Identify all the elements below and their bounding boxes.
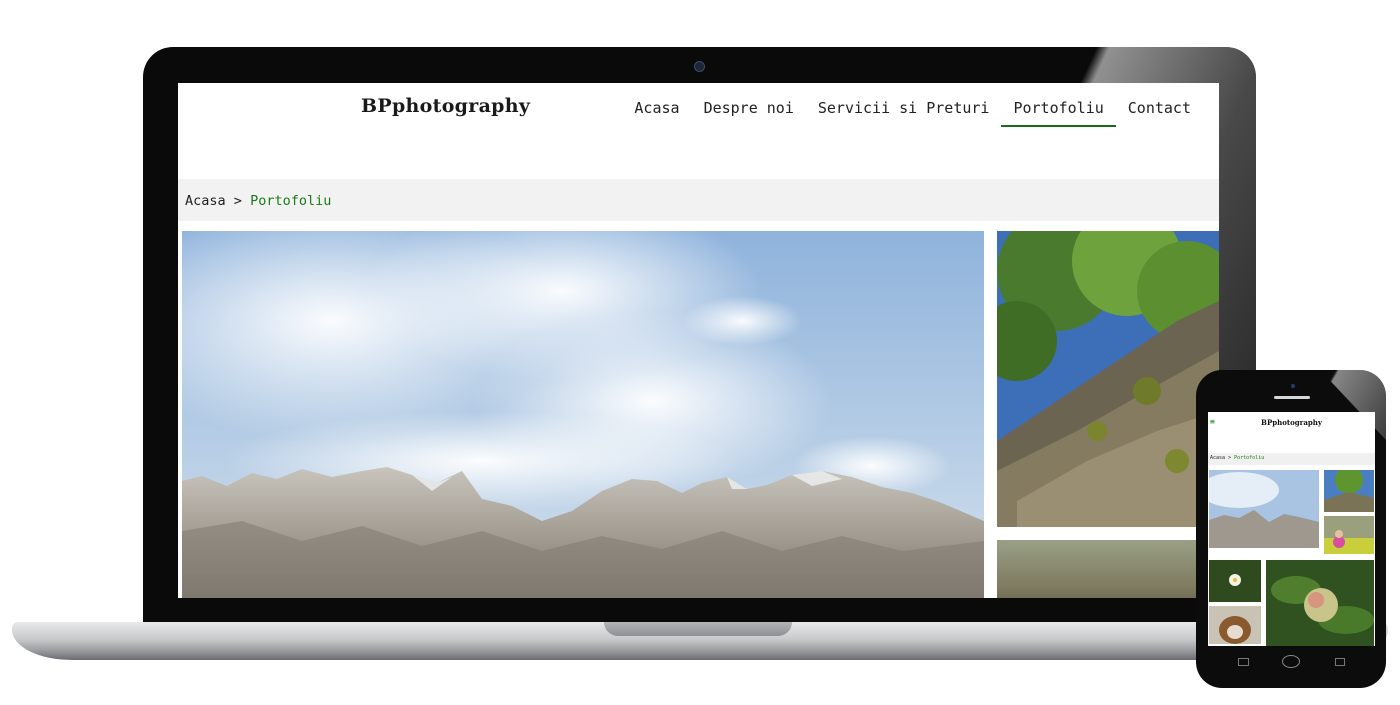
mobile-photo-tree[interactable] — [1324, 470, 1374, 512]
mobile-breadcrumb-bar: Acasa > Portofoliu — [1208, 453, 1375, 465]
mobile-child-image — [1324, 516, 1374, 554]
site-header: BPphotography Acasa Despre noi Servicii … — [178, 83, 1219, 179]
gallery-photo-mountains[interactable] — [182, 231, 984, 598]
breadcrumb-home-link[interactable]: Acasa — [185, 193, 226, 209]
laptop-screen: BPphotography Acasa Despre noi Servicii … — [178, 83, 1219, 598]
mountains-image — [182, 231, 984, 598]
mobile-photo-apple[interactable] — [1266, 560, 1374, 646]
mobile-mountains-image — [1209, 470, 1319, 548]
mobile-photo-child[interactable] — [1324, 516, 1374, 554]
nav-item-portofoliu[interactable]: Portofoliu — [1001, 97, 1117, 127]
nav-item-contact[interactable]: Contact — [1116, 97, 1203, 127]
mobile-flower-image — [1209, 560, 1261, 602]
mobile-breadcrumb: Acasa > Portofoliu — [1210, 455, 1264, 461]
nav-item-despre-noi[interactable]: Despre noi — [692, 97, 806, 127]
mobile-breadcrumb-current: Portofoliu — [1234, 455, 1265, 461]
gallery-photo-field[interactable] — [997, 540, 1219, 598]
breadcrumb-current: Portofoliu — [250, 193, 332, 209]
mobile-dog-image — [1209, 606, 1261, 644]
mobile-tree-image — [1324, 470, 1374, 512]
tree-image — [997, 231, 1219, 527]
nav-item-acasa[interactable]: Acasa — [622, 97, 691, 127]
phone-camera — [1291, 384, 1295, 388]
site-logo[interactable]: BPphotography — [361, 95, 530, 117]
breadcrumb-separator: > — [233, 193, 242, 209]
phone-recents-icon[interactable] — [1335, 658, 1345, 666]
laptop-hinge-notch — [604, 622, 792, 636]
main-nav: Acasa Despre noi Servicii si Preturi Por… — [622, 97, 1203, 127]
mobile-photo-flower[interactable] — [1209, 560, 1261, 602]
phone-screen: ≡ BPphotography Acasa > Portofoliu — [1208, 412, 1375, 646]
mobile-photo-mountains[interactable] — [1209, 470, 1319, 548]
phone-back-icon[interactable] — [1238, 658, 1249, 666]
laptop-camera — [694, 61, 705, 72]
mobile-breadcrumb-separator: > — [1228, 455, 1232, 461]
phone-speaker — [1274, 396, 1310, 399]
laptop-device: BPphotography Acasa Despre noi Servicii … — [143, 47, 1256, 625]
mobile-apple-image — [1266, 560, 1374, 646]
gallery-photo-tree[interactable] — [997, 231, 1219, 527]
mobile-site-logo[interactable]: BPphotography — [1208, 418, 1375, 427]
mobile-photo-dog[interactable] — [1209, 606, 1261, 644]
nav-item-servicii-si-preturi[interactable]: Servicii si Preturi — [806, 97, 1002, 127]
phone-home-icon[interactable] — [1282, 655, 1300, 668]
breadcrumb-bar: Acasa > Portofoliu — [178, 179, 1219, 221]
phone-device: ≡ BPphotography Acasa > Portofoliu — [1196, 370, 1386, 688]
phone-nav-buttons — [1196, 650, 1386, 680]
mobile-breadcrumb-home[interactable]: Acasa — [1210, 455, 1225, 461]
breadcrumb: Acasa > Portofoliu — [185, 193, 331, 209]
laptop-base — [12, 622, 1388, 660]
